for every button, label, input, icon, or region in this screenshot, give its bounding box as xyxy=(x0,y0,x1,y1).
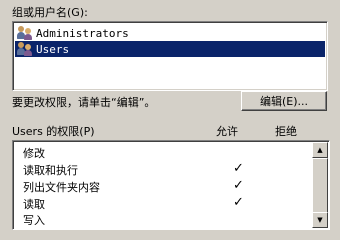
user-item-label: Administrators xyxy=(36,26,129,40)
permission-name: 写入 xyxy=(23,214,45,227)
scroll-down-arrow-icon[interactable]: ▼ xyxy=(312,212,328,228)
user-item-users[interactable]: Users xyxy=(15,41,325,57)
group-user-label: 组或用户名(G): xyxy=(12,6,88,19)
allow-check: ✓ xyxy=(233,161,244,176)
permission-row-write: 写入 xyxy=(23,211,313,227)
scroll-up-arrow-icon[interactable]: ▲ xyxy=(312,142,328,158)
permissions-list[interactable]: 修改 读取和执行 ✓ 列出文件夹内容 ✓ 读取 ✓ 写入 ▲ ▼ xyxy=(12,140,330,230)
allow-check: ✓ xyxy=(233,195,244,210)
edit-button[interactable]: 编辑(E)... xyxy=(241,91,327,111)
allow-column-header: 允许 xyxy=(216,125,238,138)
deny-column-header: 拒绝 xyxy=(275,125,297,138)
user-item-administrators[interactable]: Administrators xyxy=(15,25,325,41)
permission-row-list-folder: 列出文件夹内容 ✓ xyxy=(23,178,313,194)
allow-check: ✓ xyxy=(233,178,244,193)
scrollbar-thumb[interactable] xyxy=(312,158,328,216)
permission-row-read: 读取 ✓ xyxy=(23,195,313,211)
permissions-title: Users 的权限(P) xyxy=(12,125,95,138)
permission-row-modify: 修改 xyxy=(23,144,313,160)
instruction-text: 要更改权限，请单击“编辑”。 xyxy=(12,96,156,109)
permission-name: 列出文件夹内容 xyxy=(23,181,100,194)
permissions-scrollbar[interactable]: ▲ ▼ xyxy=(312,142,328,228)
user-list[interactable]: Administrators Users xyxy=(12,21,328,91)
permission-name: 修改 xyxy=(23,147,45,160)
permission-name: 读取 xyxy=(23,198,45,211)
user-item-label: Users xyxy=(36,42,70,56)
permission-name: 读取和执行 xyxy=(23,164,78,177)
user-group-icon xyxy=(17,42,33,56)
permission-row-read-execute: 读取和执行 ✓ xyxy=(23,161,313,177)
user-group-icon xyxy=(17,26,33,40)
